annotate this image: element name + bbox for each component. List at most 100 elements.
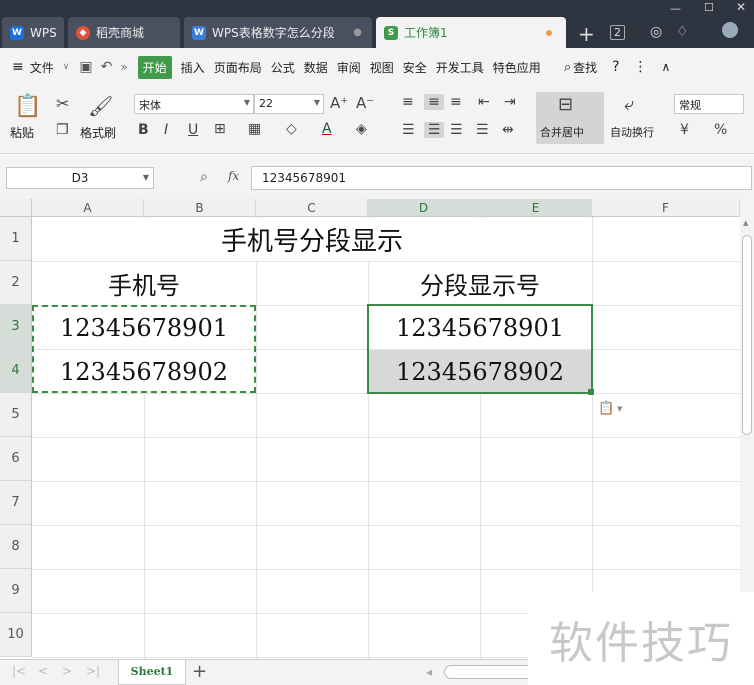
row-header-8[interactable]: 8: [0, 525, 32, 569]
zoom-search-icon[interactable]: ⌕: [200, 169, 208, 185]
copy-icon[interactable]: ❐: [56, 122, 69, 138]
format-painter-button[interactable]: 格式刷: [80, 124, 116, 141]
row-header-9[interactable]: 9: [0, 569, 32, 613]
format-painter-icon[interactable]: 🖌: [88, 94, 113, 118]
scrollbar-thumb[interactable]: [742, 235, 752, 435]
minimize-icon[interactable]: —: [670, 2, 681, 15]
indent-decrease-icon[interactable]: ⇤: [478, 94, 490, 110]
percent-icon[interactable]: %: [714, 122, 727, 138]
new-tab-button[interactable]: +: [578, 22, 595, 46]
tab-count-badge[interactable]: 2: [610, 25, 625, 40]
row-header-5[interactable]: 5: [0, 393, 32, 437]
row-header-1[interactable]: 1: [0, 217, 32, 261]
wrap-text-icon[interactable]: ⤶: [624, 94, 634, 115]
row-header-10[interactable]: 10: [0, 613, 32, 657]
menu-insert[interactable]: 插入: [181, 59, 205, 76]
save-icon[interactable]: ▣: [79, 59, 92, 75]
search-icon[interactable]: ⌕: [564, 60, 571, 75]
align-bottom-icon[interactable]: ≡: [450, 94, 462, 110]
indent-increase-icon[interactable]: ⇥: [504, 94, 516, 110]
header-segment-cell[interactable]: 分段显示号: [369, 262, 591, 305]
font-name-select[interactable]: 宋体 ▼: [134, 94, 254, 114]
horizontal-scroll-thumb[interactable]: [444, 665, 534, 679]
cut-icon[interactable]: ✂: [56, 94, 69, 113]
tab-workbook[interactable]: S 工作簿1: [376, 17, 566, 48]
font-size-select[interactable]: 22 ▼: [254, 94, 324, 114]
align-center-icon[interactable]: ☰: [424, 122, 444, 138]
skin-icon[interactable]: ◎: [650, 24, 662, 40]
menu-data[interactable]: 数据: [304, 59, 328, 76]
align-left-icon[interactable]: ☰: [402, 122, 415, 138]
menu-special[interactable]: 特色应用: [493, 59, 541, 76]
menu-formula[interactable]: 公式: [271, 59, 295, 76]
fill-style-icon[interactable]: ▦: [248, 121, 261, 137]
column-header-b[interactable]: B: [144, 199, 256, 217]
row-header-6[interactable]: 6: [0, 437, 32, 481]
column-header-f[interactable]: F: [592, 199, 740, 217]
help-icon[interactable]: ?: [612, 59, 619, 75]
tab-wps-document[interactable]: W WPS表格数字怎么分段 ●: [184, 17, 372, 48]
more-chevron-icon[interactable]: »: [120, 60, 127, 74]
row-header-2[interactable]: 2: [0, 261, 32, 305]
fill-handle[interactable]: [588, 389, 594, 395]
merge-center-button[interactable]: ⊟ 合并居中: [536, 92, 604, 144]
sheet-tab-sheet1[interactable]: Sheet1: [118, 660, 186, 685]
wrap-text-button[interactable]: 自动换行: [610, 124, 654, 140]
search-button[interactable]: 查找: [573, 59, 597, 76]
cell-a3[interactable]: 12345678901: [33, 306, 255, 349]
close-window-icon[interactable]: ✕: [736, 0, 746, 14]
undo-icon[interactable]: ↶: [101, 59, 113, 75]
hamburger-icon[interactable]: ≡: [12, 59, 24, 75]
scroll-left-icon[interactable]: ◂: [426, 665, 432, 679]
fill-color-icon[interactable]: ◇: [286, 121, 297, 137]
menu-view[interactable]: 视图: [370, 59, 394, 76]
shirt-icon[interactable]: ♢: [676, 24, 689, 40]
vertical-scrollbar[interactable]: ▲: [740, 199, 754, 659]
bold-icon[interactable]: B: [138, 122, 149, 138]
menu-review[interactable]: 审阅: [337, 59, 361, 76]
row-header-7[interactable]: 7: [0, 481, 32, 525]
title-cell[interactable]: 手机号分段显示: [33, 218, 591, 261]
italic-icon[interactable]: I: [164, 122, 168, 138]
first-sheet-icon[interactable]: |<: [12, 664, 26, 678]
prev-sheet-icon[interactable]: <: [38, 664, 48, 678]
fx-icon[interactable]: fx: [228, 169, 239, 183]
avatar[interactable]: [722, 22, 738, 38]
select-all-corner[interactable]: [0, 199, 32, 217]
align-right-icon[interactable]: ☰: [450, 122, 463, 138]
justify-icon[interactable]: ☰: [476, 122, 489, 138]
chevron-down-icon[interactable]: ▼: [617, 405, 622, 413]
paste-options-icon[interactable]: 📋: [598, 401, 614, 416]
row-header-3[interactable]: 3: [0, 305, 32, 349]
align-top-icon[interactable]: ≡: [402, 94, 414, 110]
header-phone-cell[interactable]: 手机号: [33, 262, 255, 305]
column-header-c[interactable]: C: [256, 199, 368, 217]
border-icon[interactable]: ⊞: [214, 121, 226, 137]
menu-file[interactable]: 文件: [30, 59, 54, 76]
paste-icon[interactable]: 📋: [14, 94, 41, 119]
decrease-font-icon[interactable]: A⁻: [356, 94, 374, 112]
number-format-select[interactable]: 常规: [674, 94, 744, 114]
tab-docer-store[interactable]: ◆ 稻壳商城: [68, 17, 180, 48]
clear-format-icon[interactable]: ◈: [356, 121, 367, 137]
scroll-up-icon[interactable]: ▲: [743, 219, 748, 227]
menu-page-layout[interactable]: 页面布局: [214, 59, 262, 76]
maximize-icon[interactable]: ☐: [704, 1, 714, 14]
increase-font-icon[interactable]: A⁺: [330, 94, 348, 112]
tab-close-icon[interactable]: ●: [353, 27, 362, 38]
last-sheet-icon[interactable]: >|: [86, 664, 100, 678]
font-color-icon[interactable]: A: [322, 121, 332, 137]
chevron-down-icon[interactable]: ∨: [63, 62, 70, 72]
column-header-a[interactable]: A: [32, 199, 144, 217]
cell-a4[interactable]: 12345678902: [33, 350, 255, 393]
paste-button[interactable]: 粘贴: [10, 124, 34, 141]
name-box[interactable]: D3 ▼: [6, 167, 154, 189]
next-sheet-icon[interactable]: >: [62, 664, 72, 678]
menu-home[interactable]: 开始: [137, 55, 172, 79]
row-header-4[interactable]: 4: [0, 349, 32, 393]
distribute-icon[interactable]: ⇹: [502, 122, 514, 138]
menu-security[interactable]: 安全: [403, 59, 427, 76]
more-icon[interactable]: ⋮: [634, 59, 648, 75]
add-sheet-button[interactable]: +: [192, 661, 207, 682]
collapse-ribbon-icon[interactable]: ∧: [662, 60, 671, 74]
